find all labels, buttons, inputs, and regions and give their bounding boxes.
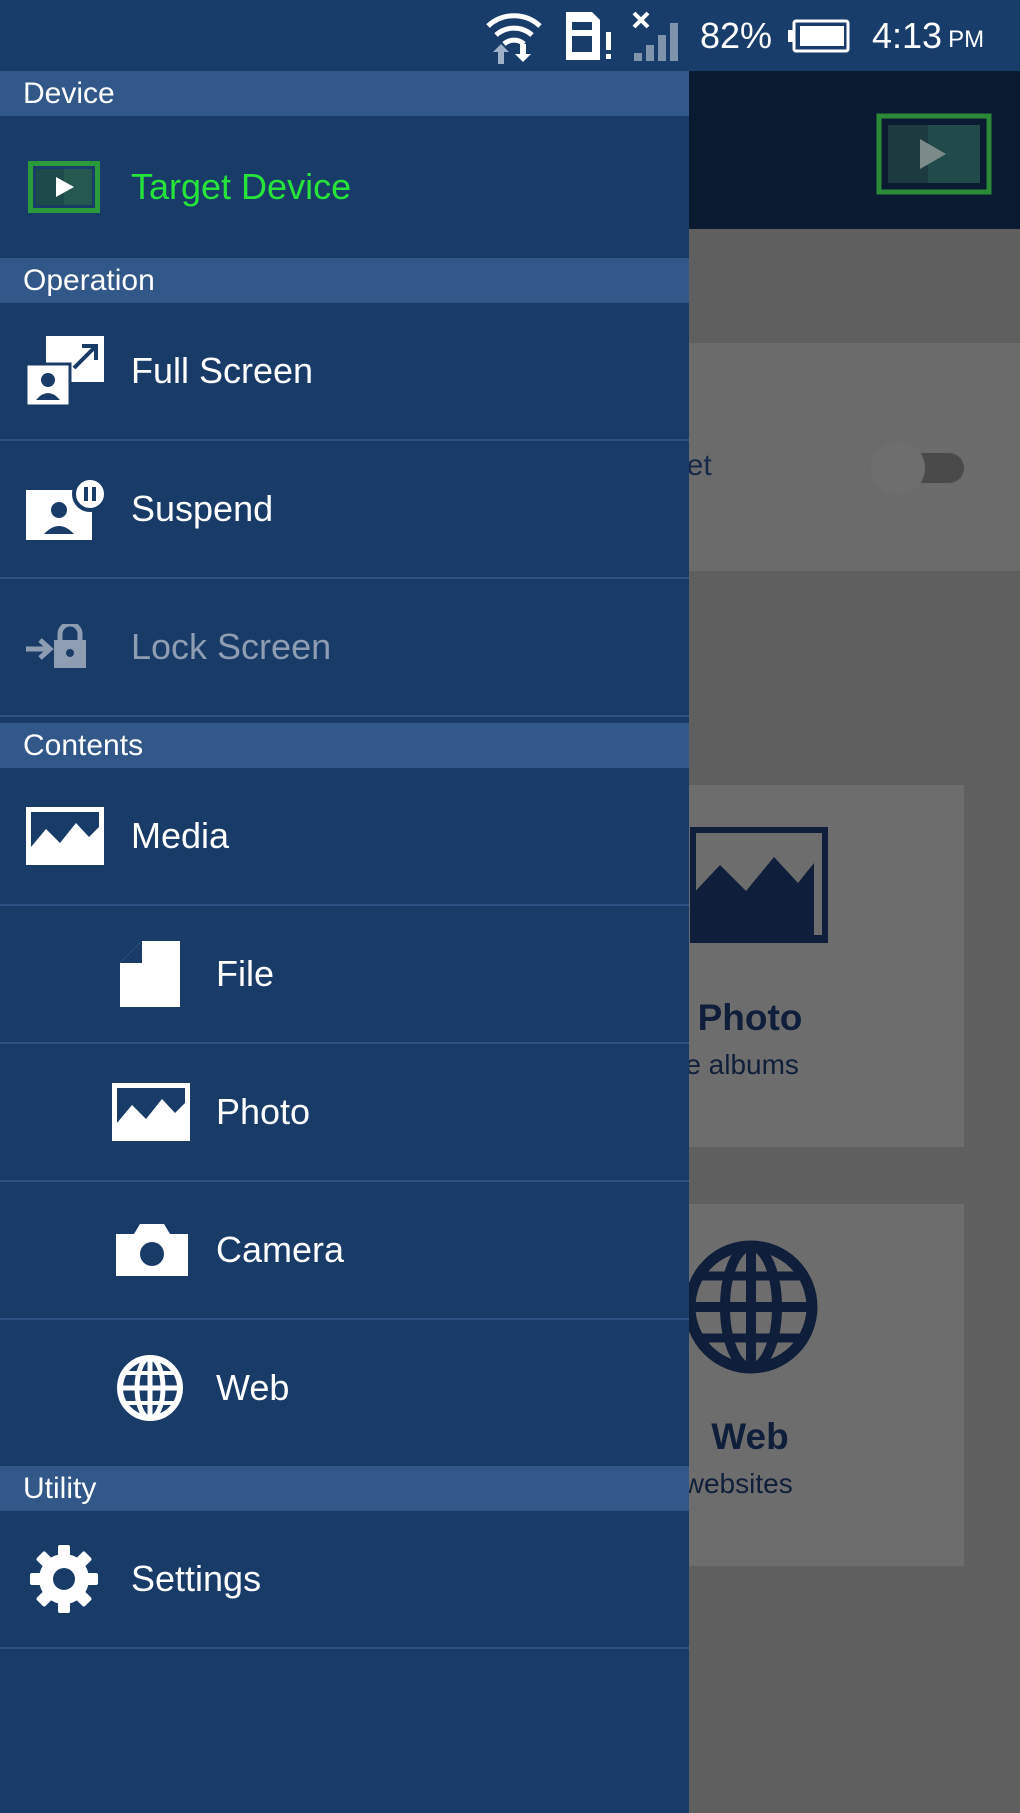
battery-icon [786, 0, 850, 71]
drawer-item-label: Camera [216, 1229, 345, 1270]
clock-time: 4:13 [872, 14, 943, 56]
drawer-item-label: Target Device [131, 166, 352, 207]
pause-screen-icon [26, 441, 108, 577]
drawer-item-label: Media [131, 815, 230, 856]
lock-icon [24, 579, 88, 715]
section-header-utility: Utility [0, 1466, 689, 1511]
drawer-item-target-device[interactable]: Target Device [0, 116, 689, 258]
section-header-contents: Contents [0, 723, 689, 768]
drawer-item-label: Photo [216, 1091, 311, 1132]
image-icon [26, 768, 104, 904]
image-icon [690, 827, 828, 948]
status-bar: 82% 4:13 PM [0, 0, 1020, 71]
drawer-item-lock-screen[interactable]: Lock Screen [0, 579, 689, 717]
signal-icon [630, 0, 686, 71]
drawer-item-web[interactable]: Web [0, 1320, 689, 1458]
drawer-item-suspend[interactable]: Suspend [0, 441, 689, 579]
camera-icon [116, 1182, 188, 1318]
cast-screen-icon [28, 116, 100, 258]
clock-ampm: PM [948, 25, 985, 53]
battery-percentage: 82% [700, 14, 773, 56]
navigation-drawer: Device Target Device Operation Full Scre… [0, 71, 689, 1813]
drawer-item-settings[interactable]: Settings [0, 1511, 689, 1649]
wifi-icon [484, 0, 544, 71]
drawer-item-label: File [216, 953, 275, 994]
fullscreen-icon [26, 303, 104, 439]
section-header-operation: Operation [0, 258, 689, 303]
drawer-item-label: Full Screen [131, 350, 314, 391]
globe-icon [116, 1320, 184, 1456]
target-toggle-switch[interactable] [870, 439, 966, 497]
drawer-item-photo[interactable]: Photo [0, 1044, 689, 1182]
drawer-item-label: Web [216, 1367, 290, 1408]
image-icon [112, 1044, 190, 1180]
drawer-item-camera[interactable]: Camera [0, 1182, 689, 1320]
globe-icon [684, 1240, 818, 1379]
drawer-item-label: Suspend [131, 488, 274, 529]
drawer-item-label: Settings [131, 1558, 262, 1599]
cast-screen-icon[interactable] [876, 113, 992, 195]
drawer-item-full-screen[interactable]: Full Screen [0, 303, 689, 441]
section-header-device: Device [0, 71, 689, 116]
gear-icon [30, 1511, 98, 1647]
drawer-item-file[interactable]: File [0, 906, 689, 1044]
sim-alert-icon [562, 0, 614, 71]
drawer-item-label: Lock Screen [131, 626, 332, 667]
drawer-item-media[interactable]: Media [0, 768, 689, 906]
file-icon [120, 906, 180, 1042]
